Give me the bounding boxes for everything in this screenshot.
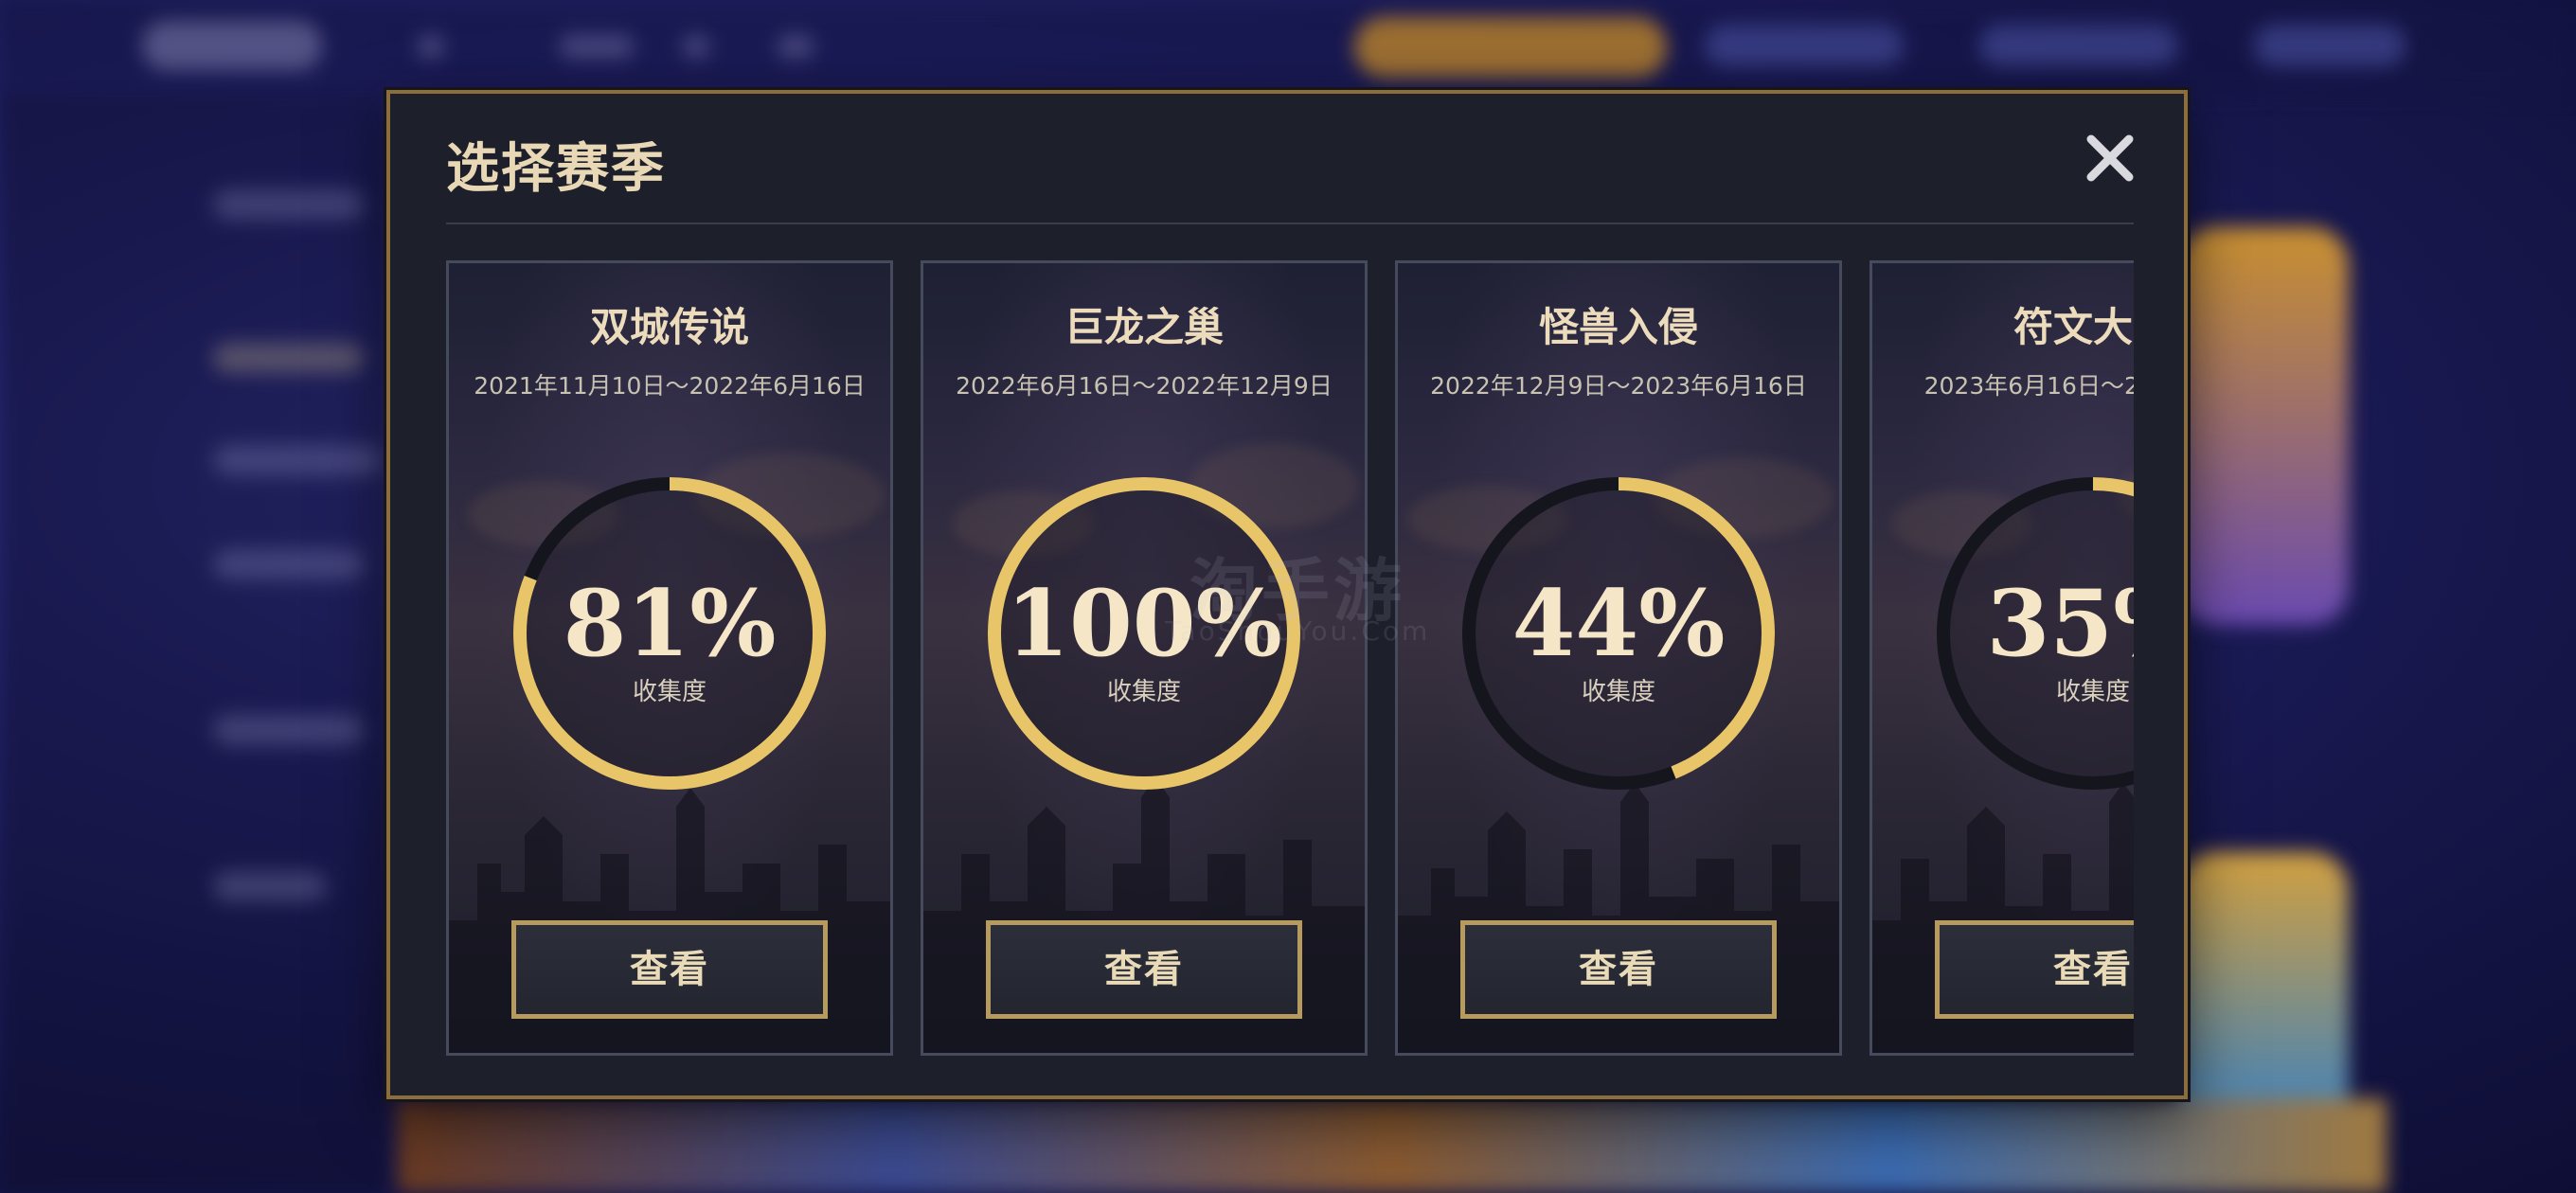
bg-sidebar-item xyxy=(213,445,384,475)
bg-nav-item xyxy=(559,34,635,59)
bg-sidebar-item xyxy=(213,343,365,373)
season-card: 双城传说 2021年11月10日～2022年6月16日 81% 收集度 查看 xyxy=(446,260,893,1056)
bg-nav-item xyxy=(777,34,814,59)
season-name: 巨龙之巢 xyxy=(1064,304,1224,350)
bg-currency-pill xyxy=(1354,17,1667,78)
collection-percent: 35% xyxy=(1986,570,2134,677)
bg-sidebar xyxy=(0,95,388,1193)
collection-percent: 44% xyxy=(1512,570,1726,677)
season-card: 巨龙之巢 2022年6月16日～2022年12月9日 100% 收集度 查看 xyxy=(921,260,1368,1056)
season-name: 双城传说 xyxy=(589,304,749,350)
title-divider xyxy=(446,223,2134,224)
season-card: 怪兽入侵 2022年12月9日～2023年6月16日 44% 收集度 查看 xyxy=(1395,260,1842,1056)
view-button[interactable]: 查看 xyxy=(1460,920,1777,1019)
dialog-title: 选择赛季 xyxy=(446,138,666,200)
season-dates: 2023年6月16日～2023年12月 xyxy=(1923,372,2134,400)
close-icon xyxy=(2086,134,2134,182)
season-card: 符文大陆 2023年6月16日～2023年12月 35% 收集度 查看 xyxy=(1869,260,2134,1056)
collection-label: 收集度 xyxy=(2055,678,2130,706)
view-button[interactable]: 查看 xyxy=(511,920,828,1019)
collection-label: 收集度 xyxy=(632,678,707,706)
bg-sidebar-item xyxy=(213,871,327,901)
bg-card xyxy=(2178,852,2349,1136)
season-name: 符文大陆 xyxy=(2012,304,2134,350)
season-dates: 2022年6月16日～2022年12月9日 xyxy=(956,372,1333,400)
collection-label: 收集度 xyxy=(1581,678,1655,706)
bg-logo xyxy=(142,21,322,70)
bg-sidebar-item xyxy=(213,189,365,220)
view-button[interactable]: 查看 xyxy=(1935,920,2134,1019)
season-dates: 2021年11月10日～2022年6月16日 xyxy=(474,372,866,400)
bg-top-bar xyxy=(0,0,2576,95)
bg-pill xyxy=(1705,25,1904,66)
season-card-list[interactable]: 双城传说 2021年11月10日～2022年6月16日 81% 收集度 查看 巨… xyxy=(446,260,2134,1058)
bg-nav-item xyxy=(682,34,710,59)
bg-sidebar-item xyxy=(213,715,365,745)
close-button[interactable] xyxy=(2080,128,2140,188)
bg-pill xyxy=(2254,25,2406,66)
view-button[interactable]: 查看 xyxy=(986,920,1302,1019)
bg-pill xyxy=(1979,25,2178,66)
collection-label: 收集度 xyxy=(1106,678,1181,706)
season-dates: 2022年12月9日～2023年6月16日 xyxy=(1430,372,1807,400)
collection-percent: 81% xyxy=(563,570,777,677)
bg-nav-item xyxy=(417,34,445,59)
watermark-subtext: TaoShouYou.Com xyxy=(1165,615,1431,647)
bg-sidebar-item xyxy=(213,549,365,579)
bg-bottom-strip xyxy=(398,1098,2387,1193)
bg-card xyxy=(2178,227,2349,625)
season-name: 怪兽入侵 xyxy=(1538,304,1698,350)
